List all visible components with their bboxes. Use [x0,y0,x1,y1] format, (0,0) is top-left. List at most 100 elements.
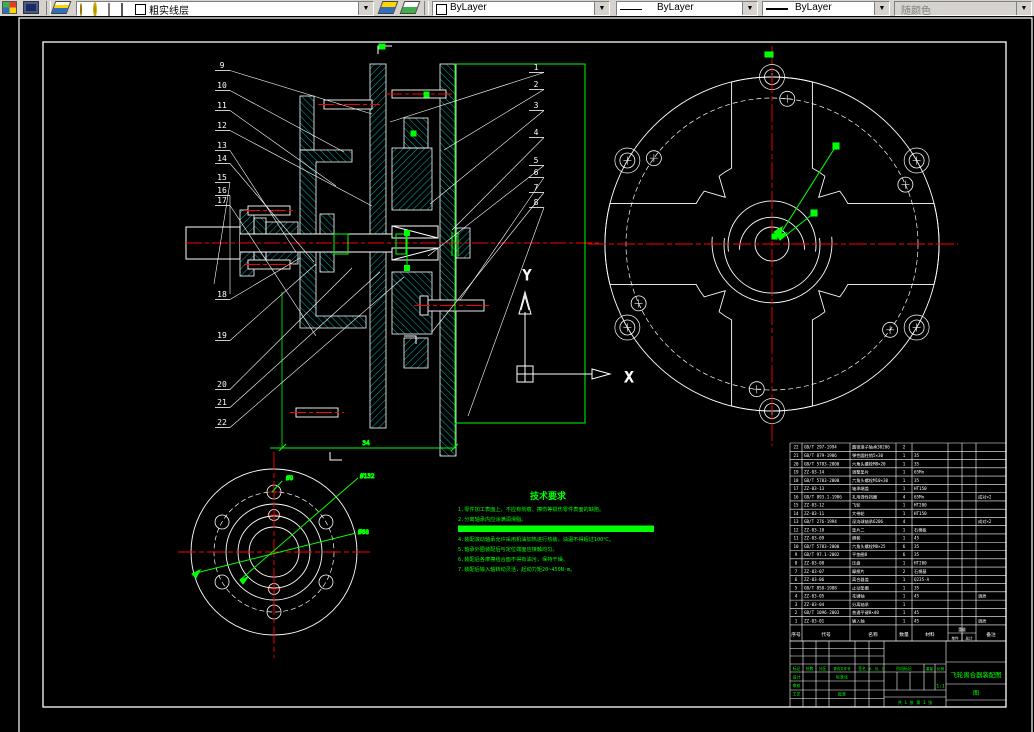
sun-icon[interactable] [94,4,96,15]
ucs-y-label: Y [523,268,532,284]
bom-cell: 石棉板 [914,526,927,533]
balloon-11: 11 [217,101,227,110]
label-date: 年、月、日 [868,666,885,671]
label-ratio: 比例 [937,666,945,671]
flange-view[interactable]: Ø9 Ø132 Ø68 [178,452,375,658]
linetype-sample [620,9,642,10]
bom-header-code: 代号 [821,631,831,638]
label-sign: 签名 [858,666,866,671]
bom-cell: 输入轴 [852,617,865,624]
printer-icon[interactable] [121,4,123,15]
bom-cell: 4 [903,519,906,524]
label-stage-mark: 阶段标记 [896,666,911,671]
bom-cell: 摩擦片 [852,568,865,575]
bom-cell: 1 [903,536,906,541]
scale-value: 1:1 [936,684,945,690]
chevron-down-icon[interactable]: ▼ [874,2,889,15]
balloon-17: 17 [217,196,227,205]
bom-cell: 4 [795,594,798,599]
bom-cell: 11 [793,536,799,541]
chevron-down-icon[interactable]: ▼ [594,2,609,15]
bom-cell: 1 [903,511,906,516]
bom-header-material: 材料 [925,631,935,638]
bom-cell: ZZ-03-08 [804,561,825,566]
bom-table: 序号代号名称数量材料重量单件总计备注22GB/T 297-1994圆锥滚子轴承3… [790,443,1006,641]
layer-select[interactable]: 粗实线层 ▼ [76,1,374,16]
screen-icon[interactable] [23,1,43,15]
bom-cell: 花键轴 [852,593,865,600]
bom-cell: 1 [903,577,906,582]
bom-cell: GB/T 5783-2000 [804,461,840,466]
balloon-10: 10 [217,81,227,90]
bulb-icon[interactable] [80,4,82,15]
tech-line-1: 1.零件加工表面上，不应有划痕、擦伤等损伤零件表面的缺陷。 [458,505,604,513]
dim-overall: 34 [362,440,370,447]
make-object-layer-current-icon[interactable] [380,1,400,15]
label-count: 处数 [806,666,814,671]
bom-cell: 垫片二 [852,526,865,533]
label-mark: 标记 [793,666,801,671]
bom-cell: 飞轮 [852,502,861,509]
bom-cell: 圆锥滚子轴承30206 [852,444,890,451]
bom-cell: 压盘 [852,560,860,567]
bom-cell: 5 [795,585,798,590]
layer-previous-icon[interactable] [402,1,422,15]
bom-cell: 35 [914,544,920,549]
bom-cell: ZZ-03-14 [804,470,825,475]
bom-cell: 1 [903,527,906,532]
tech-line-4: 4.装配滚动轴承允许采用机油加热进行热装，油温不得超过100℃。 [458,535,614,543]
bom-cell: 65Mn [914,470,925,475]
bom-cell: 6 [903,544,906,549]
layers-icon[interactable] [53,1,73,15]
grid-icon[interactable] [2,1,22,15]
linetype-select[interactable]: ByLayer ▼ [616,1,758,16]
balloon-4: 4 [534,128,539,137]
bom-cell: 六角头螺栓M10×30 [852,477,889,484]
bom-cell: 15 [793,503,799,508]
front-view[interactable] [588,46,958,446]
bom-cell: 17 [793,486,799,491]
bom-cell: 21 [793,453,799,458]
balloon-21: 21 [217,398,227,407]
bom-cell: HT150 [914,511,927,516]
color-select[interactable]: ByLayer ▼ [432,1,610,16]
label-standard: 标准化 [836,674,848,680]
bom-cell: 45 [914,610,920,615]
bom-cell: 45 [914,618,920,623]
tech-requirements-title: 技术要求 [530,490,567,502]
bom-cell: GB/T 5783-2000 [804,544,840,549]
bom-cell: ZZ-03-05 [804,594,825,599]
bom-cell: 成对×2 [978,518,992,525]
label-sheet: 共 1 张 第 1 张 [898,699,933,706]
drawing-canvas[interactable]: 34 [0,16,1034,732]
balloon-2: 2 [534,80,539,89]
bom-cell: 普通平键8×40 [852,609,879,616]
bom-cell: 18 [793,478,799,483]
bom-cell: GB/T 97.1-2002 [804,552,840,557]
bom-cell: 2 [903,445,906,450]
bom-cell: 13 [793,519,799,524]
label-approve: 批准 [838,691,846,697]
dim-hole: Ø9 [286,475,294,482]
ucs-icon: Y X [517,268,634,386]
lineweight-select[interactable]: ByLayer ▼ [762,1,890,16]
selected-leaders[interactable] [765,52,839,240]
bom-cell: 19 [793,470,799,475]
balloon-14: 14 [217,154,227,163]
bom-cell: ZZ-03-09 [804,536,825,541]
lineweight-value: ByLayer [795,2,832,13]
bom-cell: 调质 [978,593,986,600]
chevron-down-icon[interactable]: ▼ [742,2,757,15]
bom-cell: 22 [793,445,799,450]
bom-cell: 六角头螺栓M8×20 [852,460,886,467]
chevron-down-icon[interactable]: ▼ [358,2,373,15]
balloon-3: 3 [534,101,539,110]
linetype-value: ByLayer [657,2,694,13]
bom-cell: 7 [795,569,798,574]
bom-cell: 45 [914,594,920,599]
label-weight: 重量 [926,666,934,671]
bom-cell: ZZ-03-06 [804,577,825,582]
bom-cell: 深沟球轴承6206 [852,518,884,525]
tech-requirements: 技术要求 1.零件加工表面上，不应有划痕、擦伤等损伤零件表面的缺陷。2.分离轴承… [458,490,654,573]
lock-icon[interactable] [108,4,110,15]
